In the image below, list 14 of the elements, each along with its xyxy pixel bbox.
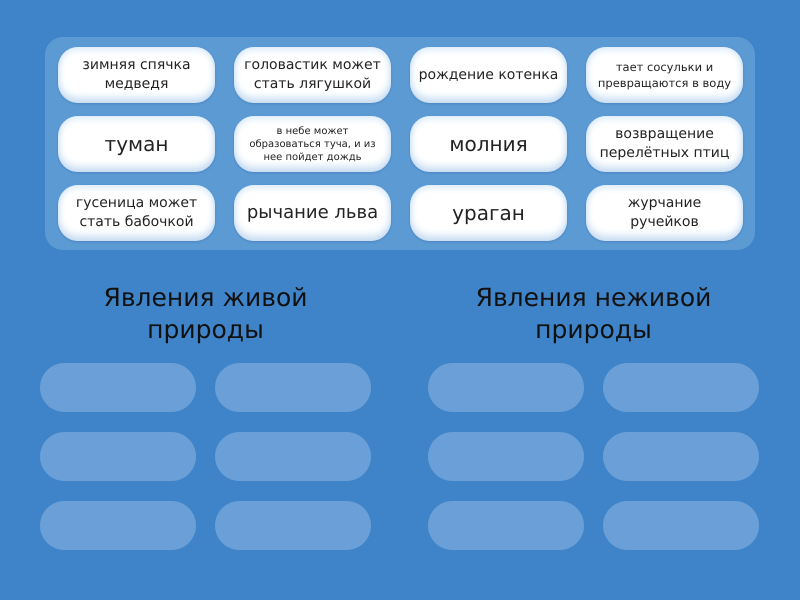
answer-card[interactable]: головастик может стать лягушкой [234, 47, 391, 103]
answer-card[interactable]: ураган [410, 185, 567, 241]
answer-card[interactable]: гусеница может стать бабочкой [58, 185, 215, 241]
answer-card[interactable]: тает сосульки и превращаются в воду [586, 47, 743, 103]
category-heading: Явления неживой природы [474, 282, 712, 346]
category-heading: Явления живой природы [102, 282, 309, 346]
answer-card[interactable]: молния [410, 116, 567, 172]
answer-card[interactable]: журчание ручейков [586, 185, 743, 241]
answer-card[interactable]: зимняя спячка медведя [58, 47, 215, 103]
answer-card[interactable]: в небе может образоваться туча, и из нее пойдет дождь [234, 116, 391, 172]
answer-card[interactable]: рождение котенка [410, 47, 567, 103]
answer-card[interactable]: рычание льва [234, 185, 391, 241]
answer-card[interactable]: возвращение перелётных птиц [586, 116, 743, 172]
answer-card[interactable]: туман [58, 116, 215, 172]
